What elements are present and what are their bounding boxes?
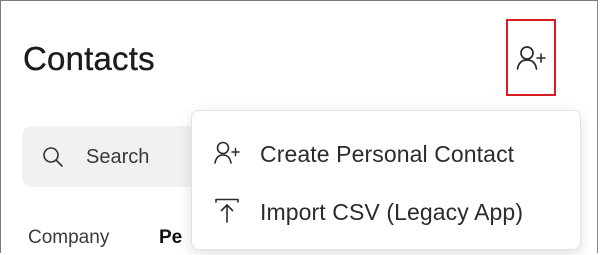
menu-item-label: Import CSV (Legacy App)	[260, 199, 524, 225]
contact-filter-tabs: Company Pe	[28, 226, 182, 250]
menu-item-label: Create Personal Contact	[260, 141, 515, 167]
tab-company[interactable]: Company	[28, 227, 109, 248]
add-contact-button[interactable]	[506, 19, 556, 96]
search-icon	[43, 147, 63, 167]
page-title: Contacts	[23, 40, 155, 77]
menu-item-create-personal-contact[interactable]: Create Personal Contact	[192, 128, 580, 178]
add-person-icon	[214, 141, 240, 164]
add-contact-menu: Create Personal Contact Import CSV (Lega…	[191, 110, 581, 250]
contacts-panel: Contacts Search Company Pe Create Person	[0, 0, 598, 253]
search-placeholder: Search	[86, 146, 150, 168]
upload-icon	[215, 198, 239, 223]
tab-personal[interactable]: Pe	[159, 226, 182, 250]
menu-item-import-csv[interactable]: Import CSV (Legacy App)	[192, 186, 580, 236]
add-person-icon	[516, 45, 546, 70]
